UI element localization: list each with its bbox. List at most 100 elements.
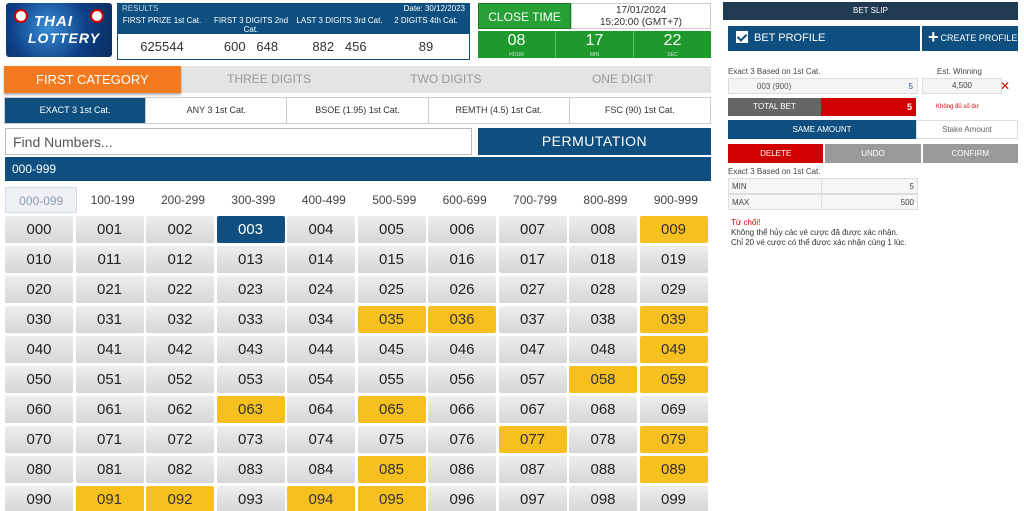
undo-button[interactable]: UNDO xyxy=(825,144,921,163)
range-tab[interactable]: 600-699 xyxy=(429,187,499,213)
number-cell[interactable]: 047 xyxy=(498,336,567,363)
number-cell[interactable]: 095 xyxy=(357,486,426,511)
number-cell[interactable]: 041 xyxy=(75,336,144,363)
number-cell[interactable]: 039 xyxy=(639,306,708,333)
number-cell[interactable]: 019 xyxy=(639,246,708,273)
number-cell[interactable]: 064 xyxy=(287,396,355,423)
number-cell[interactable]: 038 xyxy=(569,306,637,333)
number-cell[interactable]: 018 xyxy=(569,246,637,273)
number-cell[interactable]: 070 xyxy=(5,426,73,453)
tab-remth[interactable]: REMTH (4.5) 1st Cat. xyxy=(428,98,570,123)
number-cell[interactable]: 042 xyxy=(146,336,214,363)
number-cell[interactable]: 068 xyxy=(569,396,637,423)
delete-button[interactable]: DELETE xyxy=(728,144,824,163)
number-cell[interactable]: 009 xyxy=(639,216,708,243)
number-cell[interactable]: 063 xyxy=(216,396,285,423)
range-tab[interactable]: 200-299 xyxy=(148,187,218,213)
number-cell[interactable]: 021 xyxy=(75,276,144,303)
number-cell[interactable]: 066 xyxy=(428,396,496,423)
number-cell[interactable]: 034 xyxy=(287,306,355,333)
same-amount-button[interactable]: SAME AMOUNT xyxy=(728,120,916,139)
tab-two-digits[interactable]: TWO DIGITS xyxy=(358,66,535,93)
number-cell[interactable]: 049 xyxy=(639,336,708,363)
number-cell[interactable]: 062 xyxy=(146,396,214,423)
create-profile-button[interactable]: + CREATE PROFILE xyxy=(922,26,1018,51)
number-cell[interactable]: 007 xyxy=(498,216,567,243)
number-cell[interactable]: 069 xyxy=(639,396,708,423)
range-tab[interactable]: 900-999 xyxy=(641,187,711,213)
number-cell[interactable]: 061 xyxy=(75,396,144,423)
number-cell[interactable]: 099 xyxy=(639,486,708,511)
number-cell[interactable]: 053 xyxy=(216,366,285,393)
range-tab[interactable]: 500-599 xyxy=(359,187,429,213)
range-tab[interactable]: 100-199 xyxy=(77,187,147,213)
number-cell[interactable]: 006 xyxy=(428,216,496,243)
number-cell[interactable]: 093 xyxy=(216,486,285,511)
number-cell[interactable]: 094 xyxy=(287,486,355,511)
number-cell[interactable]: 088 xyxy=(569,456,637,483)
number-cell[interactable]: 085 xyxy=(357,456,426,483)
number-cell[interactable]: 054 xyxy=(287,366,355,393)
number-cell[interactable]: 037 xyxy=(498,306,567,333)
number-cell[interactable]: 010 xyxy=(5,246,73,273)
number-cell[interactable]: 024 xyxy=(287,276,355,303)
number-cell[interactable]: 096 xyxy=(428,486,496,511)
range-tab[interactable]: 800-899 xyxy=(570,187,640,213)
number-cell[interactable]: 002 xyxy=(146,216,214,243)
number-cell[interactable]: 026 xyxy=(428,276,496,303)
range-tab[interactable]: 300-399 xyxy=(218,187,288,213)
number-cell[interactable]: 025 xyxy=(357,276,426,303)
number-cell[interactable]: 082 xyxy=(146,456,214,483)
number-cell[interactable]: 089 xyxy=(639,456,708,483)
tab-three-digits[interactable]: THREE DIGITS xyxy=(181,66,358,93)
number-cell[interactable]: 092 xyxy=(146,486,214,511)
number-cell[interactable]: 004 xyxy=(287,216,355,243)
tab-any-3[interactable]: ANY 3 1st Cat. xyxy=(146,98,288,123)
number-cell[interactable]: 073 xyxy=(216,426,285,453)
number-cell[interactable]: 084 xyxy=(287,456,355,483)
number-cell[interactable]: 075 xyxy=(357,426,426,453)
number-cell[interactable]: 067 xyxy=(498,396,567,423)
number-cell[interactable]: 060 xyxy=(5,396,73,423)
number-cell[interactable]: 014 xyxy=(287,246,355,273)
number-cell[interactable]: 000 xyxy=(5,216,73,243)
number-cell[interactable]: 055 xyxy=(357,366,426,393)
number-cell[interactable]: 090 xyxy=(5,486,73,511)
number-cell[interactable]: 028 xyxy=(569,276,637,303)
number-cell[interactable]: 032 xyxy=(146,306,214,333)
range-tab[interactable]: 400-499 xyxy=(289,187,359,213)
number-cell[interactable]: 051 xyxy=(75,366,144,393)
remove-bet-icon[interactable]: ✕ xyxy=(1000,79,1010,93)
number-cell[interactable]: 013 xyxy=(216,246,285,273)
number-cell[interactable]: 003 xyxy=(216,216,285,243)
number-cell[interactable]: 044 xyxy=(287,336,355,363)
stake-amount-input[interactable]: Stake Amount xyxy=(916,120,1018,139)
number-cell[interactable]: 001 xyxy=(75,216,144,243)
tab-first-category[interactable]: FIRST CATEGORY xyxy=(4,66,181,93)
number-cell[interactable]: 012 xyxy=(146,246,214,273)
number-cell[interactable]: 097 xyxy=(498,486,567,511)
number-cell[interactable]: 011 xyxy=(75,246,144,273)
number-cell[interactable]: 005 xyxy=(357,216,426,243)
number-cell[interactable]: 083 xyxy=(216,456,285,483)
number-cell[interactable]: 040 xyxy=(5,336,73,363)
number-cell[interactable]: 033 xyxy=(216,306,285,333)
range-tab[interactable]: 700-799 xyxy=(500,187,570,213)
number-cell[interactable]: 076 xyxy=(428,426,496,453)
number-cell[interactable]: 052 xyxy=(146,366,214,393)
number-cell[interactable]: 043 xyxy=(216,336,285,363)
find-numbers-input[interactable] xyxy=(5,128,472,155)
bet-profile-button[interactable]: BET PROFILE xyxy=(728,26,920,51)
number-cell[interactable]: 027 xyxy=(498,276,567,303)
number-cell[interactable]: 029 xyxy=(639,276,708,303)
number-cell[interactable]: 050 xyxy=(5,366,73,393)
tab-bsoe[interactable]: BSOE (1.95) 1st Cat. xyxy=(287,98,429,123)
permutation-button[interactable]: PERMUTATION xyxy=(478,128,711,155)
tab-exact-3[interactable]: EXACT 3 1st Cat. xyxy=(5,98,147,123)
number-cell[interactable]: 078 xyxy=(569,426,637,453)
number-cell[interactable]: 048 xyxy=(569,336,637,363)
number-cell[interactable]: 079 xyxy=(639,426,708,453)
number-cell[interactable]: 017 xyxy=(498,246,567,273)
tab-one-digit[interactable]: ONE DIGIT xyxy=(534,66,711,93)
number-cell[interactable]: 086 xyxy=(428,456,496,483)
